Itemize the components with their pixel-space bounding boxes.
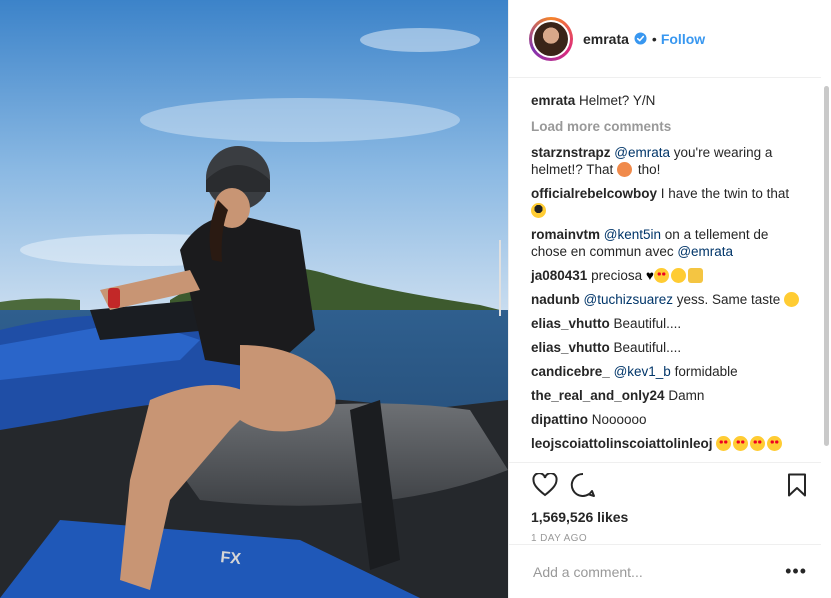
sunglasses-face-emoji-icon bbox=[531, 203, 546, 218]
heart-outline-icon[interactable] bbox=[531, 471, 559, 499]
comment-text: Noooooo bbox=[591, 412, 647, 427]
comment-username[interactable]: elias_vhutto bbox=[531, 316, 610, 331]
comment-username[interactable]: nadunb bbox=[531, 292, 580, 307]
post-timestamp[interactable]: 1 DAY AGO bbox=[509, 533, 831, 544]
post-photo[interactable]: FX bbox=[0, 0, 508, 598]
comment-bubble-icon[interactable] bbox=[569, 471, 597, 499]
post-header: emrata • Follow bbox=[509, 0, 821, 78]
heart-eyes-emoji-icon bbox=[767, 436, 783, 451]
heart-eyes-emoji-icon bbox=[733, 436, 749, 451]
thumbs-up-emoji-icon bbox=[687, 268, 703, 283]
comment: starznstrapz @emrata you're wearing a he… bbox=[531, 144, 817, 178]
comment-username[interactable]: officialrebelcowboy bbox=[531, 186, 657, 201]
header-username[interactable]: emrata bbox=[583, 31, 629, 47]
comment-username[interactable]: starznstrapz bbox=[531, 145, 611, 160]
comment-username[interactable]: candicebre_ bbox=[531, 364, 610, 379]
heart-eyes-emoji-icon bbox=[653, 268, 669, 283]
comment: candicebre_ @kev1_b formidable bbox=[531, 363, 817, 380]
comment: leojscoiattolinscoiattolinleoj bbox=[531, 435, 817, 452]
avatar[interactable] bbox=[529, 16, 573, 61]
comment: dipattino Noooooo bbox=[531, 411, 817, 428]
comments-scrollbar[interactable] bbox=[823, 86, 829, 446]
more-options-icon[interactable]: ••• bbox=[785, 561, 807, 582]
add-comment-input[interactable] bbox=[531, 562, 786, 581]
comment-text: formidable bbox=[670, 364, 738, 379]
post-photo-illustration: FX bbox=[0, 0, 508, 598]
heart-emoji-icon: ♥ bbox=[645, 268, 654, 283]
comment-username[interactable]: the_real_and_only24 bbox=[531, 388, 665, 403]
caption-text: Helmet? Y/N bbox=[579, 93, 656, 108]
avatar-frame bbox=[532, 19, 570, 58]
avatar-image bbox=[534, 21, 568, 56]
header-separator: • bbox=[651, 30, 657, 47]
comment-username[interactable]: leojscoiattolinscoiattolinleoj bbox=[531, 436, 713, 451]
comment-mention[interactable]: @tuchizsuarez bbox=[584, 292, 674, 307]
comment: elias_vhutto Beautiful.... bbox=[531, 315, 817, 332]
svg-text:FX: FX bbox=[220, 549, 242, 568]
heart-eyes-emoji-icon bbox=[716, 436, 732, 451]
caption: emrata Helmet? Y/N bbox=[531, 92, 817, 109]
comment: elias_vhutto Beautiful.... bbox=[531, 339, 817, 356]
bookmark-icon[interactable] bbox=[783, 471, 811, 499]
comment-mention[interactable]: @kent5in bbox=[604, 227, 661, 242]
comment-text: Beautiful.... bbox=[613, 316, 682, 331]
comment-mention[interactable]: @emrata bbox=[614, 145, 670, 160]
comment-text-tail: tho! bbox=[634, 162, 661, 177]
comment-mention[interactable]: @kev1_b bbox=[614, 364, 671, 379]
comment-username[interactable]: ja080431 bbox=[531, 268, 587, 283]
heart-eyes-emoji-icon bbox=[750, 436, 766, 451]
load-more-comments-button[interactable]: Load more comments bbox=[531, 119, 817, 134]
comment-username[interactable]: dipattino bbox=[531, 412, 588, 427]
caption-username[interactable]: emrata bbox=[531, 93, 575, 108]
post-actions bbox=[509, 462, 821, 507]
comment-username[interactable]: elias_vhutto bbox=[531, 340, 610, 355]
comment: romainvtm @kent5in on a tellement de cho… bbox=[531, 226, 817, 260]
instagram-post: FX emrata • Follow emrata Helmet? Y/N Lo… bbox=[0, 0, 831, 598]
peach-emoji-icon bbox=[617, 162, 633, 177]
comment-mention[interactable]: @emrata bbox=[677, 244, 733, 259]
post-sidebar: emrata • Follow emrata Helmet? Y/N Load … bbox=[508, 0, 831, 598]
follow-button[interactable]: Follow bbox=[661, 31, 705, 47]
comment-text: preciosa bbox=[591, 268, 643, 283]
comment: nadunb @tuchizsuarez yess. Same taste bbox=[531, 291, 817, 308]
comment-text: Damn bbox=[668, 388, 705, 403]
comment: officialrebelcowboy I have the twin to t… bbox=[531, 185, 817, 219]
comment: the_real_and_only24 Damn bbox=[531, 387, 817, 404]
comment-text: yess. Same taste bbox=[673, 292, 785, 307]
comment-text: Beautiful.... bbox=[613, 340, 682, 355]
comment-text: I have the twin to that bbox=[660, 186, 790, 201]
add-comment-bar: ••• bbox=[509, 544, 821, 598]
verified-badge-icon bbox=[634, 32, 647, 45]
likes-count[interactable]: 1,569,526 likes bbox=[509, 509, 831, 525]
scrollbar-thumb[interactable] bbox=[824, 86, 829, 446]
comment-username[interactable]: romainvtm bbox=[531, 227, 600, 242]
kiss-face-emoji-icon bbox=[670, 268, 686, 283]
comment: ja080431 preciosa ♥ bbox=[531, 267, 817, 284]
comments-list[interactable]: emrata Helmet? Y/N Load more comments st… bbox=[509, 78, 831, 462]
kiss-face-emoji-icon bbox=[784, 292, 800, 307]
